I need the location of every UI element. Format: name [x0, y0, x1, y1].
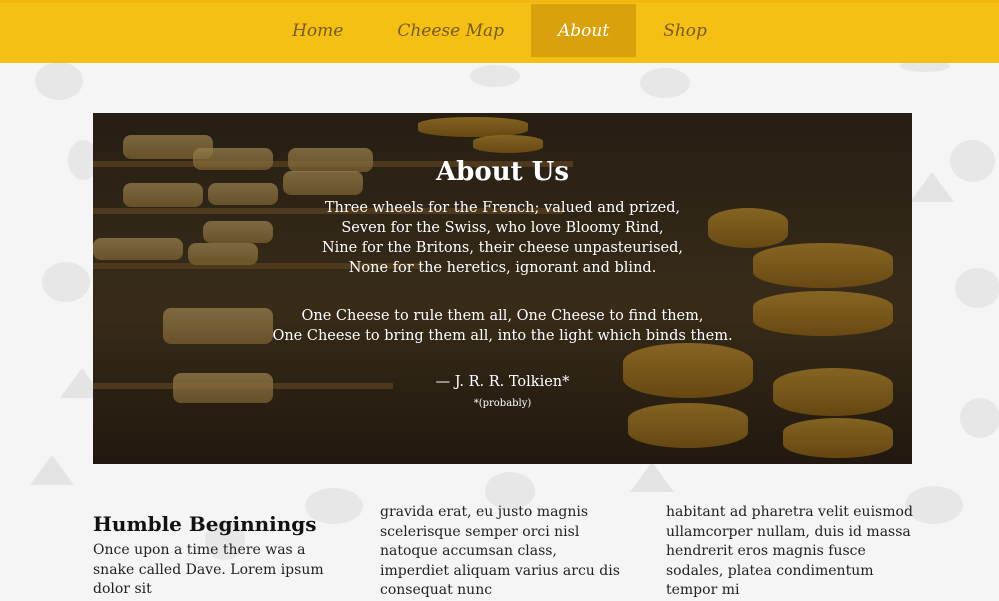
column-text: Once upon a time there was a snake calle… — [93, 542, 324, 597]
poem-line: Three wheels for the French; valued and … — [324, 200, 681, 216]
content-column-3: habitant ad pharetra velit euismod ullam… — [666, 503, 916, 601]
content-column-2: gravida erat, eu justo magnis scelerisqu… — [380, 503, 630, 601]
poem-line: Nine for the Britons, their cheese unpas… — [321, 240, 684, 256]
hero-text: About Us Three wheels for the French; va… — [93, 113, 912, 464]
poem-line: One Cheese to bring them all, into the l… — [272, 328, 733, 344]
quote-attribution: — J. R. R. Tolkien* — [435, 374, 570, 390]
section-heading: Humble Beginnings — [93, 512, 317, 536]
hero-banner: About Us Three wheels for the French; va… — [93, 113, 912, 464]
column-text: habitant ad pharetra velit euismod ullam… — [666, 504, 913, 598]
top-navigation: Home Cheese Map About Shop — [0, 0, 999, 63]
nav-cheese-map[interactable]: Cheese Map — [370, 4, 531, 57]
nav-about[interactable]: About — [531, 4, 637, 57]
poem-line: None for the heretics, ignorant and blin… — [348, 260, 657, 276]
column-text: gravida erat, eu justo magnis scelerisqu… — [380, 504, 620, 598]
nav-home[interactable]: Home — [265, 4, 370, 57]
poem-verse-1: Three wheels for the French; valued and … — [93, 198, 912, 278]
page-title: About Us — [436, 157, 569, 187]
poem-verse-2: One Cheese to rule them all, One Cheese … — [93, 306, 912, 346]
content-column-1: Humble Beginnings Once upon a time there… — [93, 503, 343, 600]
attribution-footnote: *(probably) — [473, 398, 532, 409]
poem-line: One Cheese to rule them all, One Cheese … — [301, 308, 704, 324]
poem-line: Seven for the Swiss, who love Bloomy Rin… — [341, 220, 664, 236]
nav-shop[interactable]: Shop — [636, 4, 734, 57]
